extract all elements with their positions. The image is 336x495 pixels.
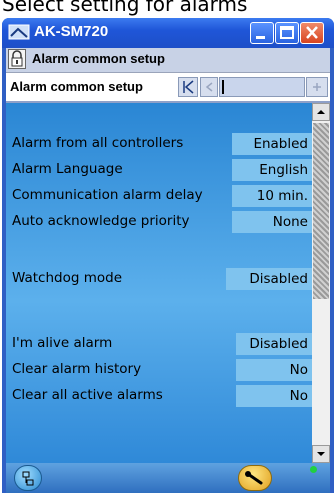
list-item[interactable]: I'm alive alarm Disabled [6, 332, 312, 356]
first-page-button[interactable] [178, 77, 198, 97]
setting-value[interactable]: Enabled [232, 133, 312, 155]
maximize-icon [280, 26, 294, 39]
list-item[interactable]: Watchdog mode Disabled [6, 267, 312, 291]
footer-bar [6, 463, 330, 493]
setting-label: Clear alarm history [12, 361, 142, 377]
next-icon [313, 83, 321, 91]
setting-label: Communication alarm delay [12, 187, 203, 203]
client-area: Alarm common setup Alarm common setup Al… [6, 48, 330, 493]
scroll-up-button[interactable] [312, 103, 330, 121]
app-icon [8, 24, 30, 40]
first-page-icon [183, 80, 194, 94]
network-button[interactable] [14, 465, 42, 491]
list-item[interactable]: Clear all active alarms No [6, 384, 312, 408]
page-title: Alarm common setup [32, 51, 165, 66]
service-button[interactable] [238, 465, 272, 491]
setting-label: Clear all active alarms [12, 387, 163, 403]
list-item[interactable]: Alarm Language English [6, 158, 312, 182]
minimize-button[interactable] [250, 22, 274, 44]
caption: Select setting for alarms [2, 0, 248, 16]
list-item[interactable]: Alarm from all controllers Enabled [6, 132, 312, 156]
maximize-button[interactable] [275, 22, 299, 44]
list-item[interactable]: Communication alarm delay 10 min. [6, 184, 312, 208]
scroll-thumb[interactable] [313, 123, 329, 299]
network-icon [22, 471, 34, 486]
page-subtitle: Alarm common setup [10, 79, 143, 94]
close-button[interactable] [300, 22, 324, 44]
header-bar: Alarm common setup [6, 48, 330, 73]
setting-value[interactable]: Disabled [236, 333, 312, 355]
previous-button[interactable] [200, 77, 218, 97]
page-position-bar[interactable] [219, 77, 305, 97]
scroll-up-icon [317, 110, 325, 114]
setting-label: Watchdog mode [12, 270, 123, 286]
next-button[interactable] [306, 77, 328, 97]
setting-value[interactable]: No [236, 359, 312, 381]
scroll-down-button[interactable] [312, 445, 330, 463]
setting-value[interactable]: No [236, 385, 312, 407]
close-icon [306, 26, 318, 39]
lock-button[interactable] [8, 49, 26, 69]
setting-label: Alarm from all controllers [12, 135, 184, 151]
app-window: AK-SM720 Alarm common setup Alarm common… [2, 18, 334, 493]
scroll-down-icon [317, 452, 325, 456]
wrench-icon [245, 471, 263, 485]
vertical-scrollbar[interactable] [312, 103, 330, 463]
sub-header: Alarm common setup [6, 73, 330, 103]
window-title: AK-SM720 [34, 23, 109, 40]
minimize-icon [256, 36, 265, 39]
lock-icon [11, 50, 23, 67]
status-led-icon [310, 466, 317, 473]
previous-icon [205, 82, 213, 92]
setting-value[interactable]: None [232, 211, 312, 233]
list-item[interactable]: Auto acknowledge priority None [6, 210, 312, 234]
title-bar: AK-SM720 [2, 18, 334, 48]
setting-value[interactable]: Disabled [226, 268, 312, 290]
setting-value[interactable]: 10 min. [232, 185, 312, 207]
setting-label: I'm alive alarm [12, 335, 113, 351]
setting-label: Alarm Language [12, 161, 123, 177]
settings-list: Alarm from all controllers Enabled Alarm… [6, 103, 312, 463]
setting-value[interactable]: English [232, 159, 312, 181]
list-item[interactable]: Clear alarm history No [6, 358, 312, 382]
setting-label: Auto acknowledge priority [12, 213, 190, 229]
